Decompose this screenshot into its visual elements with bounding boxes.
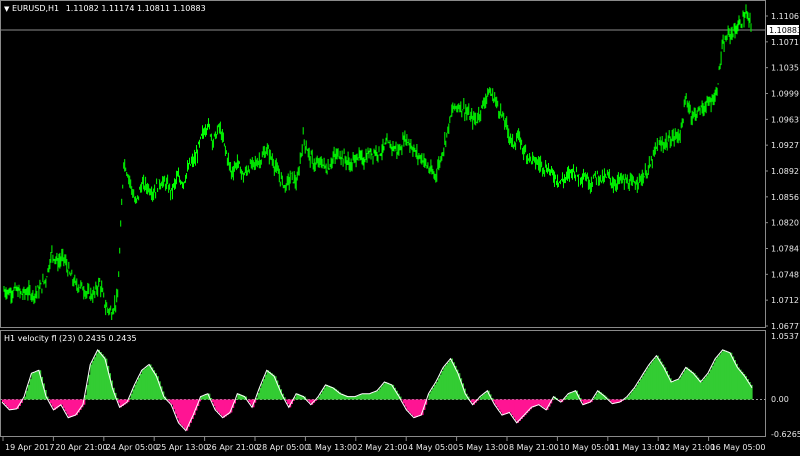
time-label: 12 May 21:00 bbox=[660, 443, 715, 452]
time-label: 4 May 05:00 bbox=[408, 443, 458, 452]
indicator-histogram-layer bbox=[1, 348, 753, 432]
time-label: 19 Apr 2017 bbox=[5, 443, 54, 452]
indicator-axis: 1.0537 0.00 -0.6265 bbox=[771, 332, 800, 439]
price-label: 1.10711 bbox=[771, 38, 800, 47]
indicator-label-top: 1.0537 bbox=[771, 332, 799, 341]
price-axis: 1.11061 1.10711 1.10351 1.09991 1.09631 1.092… bbox=[765, 12, 800, 331]
indicator-title: H1 velocity fl (23) 0.2435 0.2435 bbox=[4, 334, 137, 343]
price-label: 1.08561 bbox=[771, 193, 800, 202]
price-label: 1.07841 bbox=[771, 245, 800, 254]
price-label: 1.10351 bbox=[771, 64, 800, 73]
ohlc-values: 1.11082 1.11174 1.10811 1.10883 bbox=[65, 4, 206, 13]
symbol-title: EURUSD,H1 bbox=[11, 4, 60, 13]
time-label: 8 May 21:00 bbox=[509, 443, 559, 452]
time-label: 10 May 05:00 bbox=[559, 443, 614, 452]
price-label: 1.11061 bbox=[771, 12, 800, 21]
time-label: 20 Apr 21:00 bbox=[55, 443, 107, 452]
time-label: 1 May 13:00 bbox=[307, 443, 357, 452]
price-label: 1.08201 bbox=[771, 219, 800, 228]
price-label: 1.07121 bbox=[771, 296, 800, 305]
time-label: 16 May 05:00 bbox=[711, 443, 766, 452]
chart-canvas[interactable]: 1.11061 1.10711 1.10351 1.09991 1.09631 1.092… bbox=[0, 0, 800, 456]
current-price-label: 1.10883 bbox=[769, 26, 800, 35]
time-label: 5 May 13:00 bbox=[459, 443, 509, 452]
time-label: 26 Apr 21:00 bbox=[207, 443, 259, 452]
symbol-header: ▼ EURUSD,H1 1.11082 1.11174 1.10811 1.10… bbox=[4, 4, 206, 13]
price-label: 1.09631 bbox=[771, 115, 800, 124]
time-label: 24 Apr 05:00 bbox=[106, 443, 158, 452]
price-label: 1.06771 bbox=[771, 322, 800, 331]
price-candles-layer bbox=[3, 4, 752, 320]
price-label: 1.08921 bbox=[771, 167, 800, 176]
price-label: 1.09271 bbox=[771, 141, 800, 150]
current-price-tag: 1.10883 bbox=[767, 25, 800, 35]
chart-window[interactable]: 1.11061 1.10711 1.10351 1.09991 1.09631 1.092… bbox=[0, 0, 800, 456]
dropdown-triangle-icon[interactable]: ▼ bbox=[4, 5, 9, 13]
price-label: 1.07481 bbox=[771, 270, 800, 279]
time-label: 11 May 13:00 bbox=[610, 443, 665, 452]
indicator-label-zero: 0.00 bbox=[771, 395, 789, 404]
time-axis: 19 Apr 2017 20 Apr 21:0024 Apr 05:0025 Ap… bbox=[2, 437, 766, 452]
time-label: 28 Apr 05:00 bbox=[257, 443, 309, 452]
main-chart-frame bbox=[0, 0, 766, 328]
price-label: 1.09991 bbox=[771, 90, 800, 99]
time-label: 25 Apr 13:00 bbox=[156, 443, 208, 452]
indicator-label-bottom: -0.6265 bbox=[771, 430, 800, 439]
time-label: 2 May 21:00 bbox=[358, 443, 408, 452]
